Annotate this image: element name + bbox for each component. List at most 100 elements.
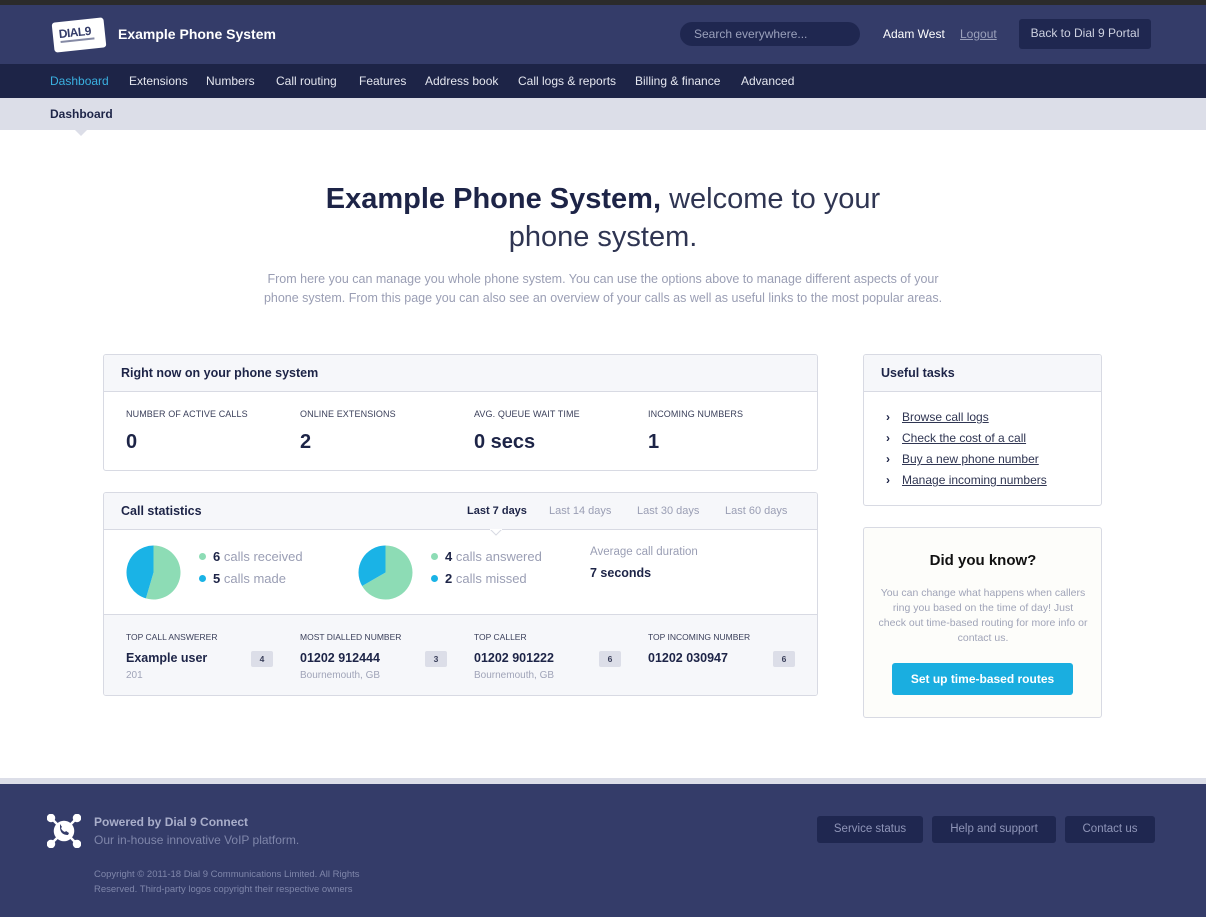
top-caller-count-badge: 6 (599, 651, 621, 667)
top-caller-value: 01202 901222 (474, 651, 554, 665)
logout-link[interactable]: Logout (960, 27, 997, 41)
stat-value-incoming-numbers: 1 (648, 431, 660, 453)
page-title-bold: Example Phone System, (325, 183, 662, 215)
chevron-right-icon: › (886, 410, 890, 424)
sub-nav: Dashboard (0, 98, 1206, 130)
copyright: Copyright © 2011-18 Dial 9 Communication… (94, 869, 360, 895)
range-tab-60-days[interactable]: Last 60 days (725, 493, 787, 529)
range-active-caret (490, 529, 502, 536)
page-description: From here you can manage you whole phone… (263, 272, 943, 305)
top-answerer-sub: 201 (126, 670, 143, 681)
top-caller-sub: Bournemouth, GB (474, 670, 555, 681)
nav-item-address-book[interactable]: Address book (425, 74, 498, 88)
useful-tasks-panel: Useful tasks › Browse call logs › Check th… (863, 354, 1102, 506)
chevron-right-icon: › (886, 431, 890, 445)
avg-duration-value: 7 seconds (590, 566, 652, 580)
contact-us-button[interactable]: Contact us (1065, 816, 1155, 843)
help-support-button[interactable]: Help and support (932, 816, 1056, 843)
chevron-right-icon: › (886, 452, 890, 466)
did-you-know-text: You can change what happens when callers… (878, 587, 1088, 644)
legend-dot-answered (431, 553, 438, 561)
stat-label-online-extensions: Online extensions (300, 409, 396, 419)
app-title: Example Phone System (118, 26, 276, 42)
nav-item-call-routing[interactable]: Call routing (276, 74, 337, 88)
chevron-right-icon: › (886, 473, 890, 487)
stat-label-queue-wait: Avg. queue wait time (474, 409, 580, 419)
task-check-cost: › Check the cost of a call (886, 431, 1026, 445)
dial9-connect-icon (47, 814, 81, 848)
stat-label-incoming-numbers: Incoming numbers (648, 409, 744, 419)
nav-item-numbers[interactable]: Numbers (206, 74, 255, 88)
calls-made-count: 5 (213, 571, 221, 586)
task-browse-call-logs: › Browse call logs (886, 410, 989, 424)
call-statistics-header: Call statistics Last 7 days Last 14 days… (104, 493, 817, 536)
most-dialled-value: 01202 912444 (300, 651, 380, 665)
legend-dot-received (199, 553, 206, 561)
calls-missed-label: calls missed (455, 571, 527, 586)
pie-calls-received-made (126, 545, 181, 600)
task-link[interactable]: Manage incoming numbers (902, 473, 1047, 487)
right-now-title: Right now on your phone system (104, 355, 817, 392)
top-answerer-value: Example user (126, 651, 208, 665)
nav-item-extensions[interactable]: Extensions (129, 74, 188, 88)
subnav-item-dashboard[interactable]: Dashboard (50, 107, 113, 121)
calls-made-label: calls made (223, 571, 286, 586)
page-title: Example Phone System, welcome to your ph… (290, 180, 916, 256)
nav-item-billing[interactable]: Billing & finance (635, 74, 720, 88)
legend-calls-received: 6 calls received (199, 549, 303, 564)
range-tab-14-days[interactable]: Last 14 days (549, 493, 611, 529)
main-nav: Dashboard Extensions Numbers Call routin… (0, 64, 1206, 98)
avg-duration-label: Average call duration (590, 546, 698, 558)
pie-calls-answered-missed (358, 545, 413, 600)
range-tab-30-days[interactable]: Last 30 days (637, 493, 699, 529)
did-you-know-panel: Did you know? You can change what happen… (863, 527, 1102, 718)
calls-received-label: calls received (223, 549, 303, 564)
nav-item-features[interactable]: Features (359, 74, 406, 88)
top-answerer-label: Top call answerer (126, 632, 218, 642)
search-input[interactable] (680, 22, 860, 46)
call-statistics-panel: Call statistics Last 7 days Last 14 days… (103, 492, 818, 696)
legend-dot-made (199, 575, 206, 583)
top-answerer-count-badge: 4 (251, 651, 273, 667)
calls-answered-count: 4 (445, 549, 453, 564)
calls-missed-count: 2 (445, 571, 453, 586)
top-incoming-count-badge: 6 (773, 651, 795, 667)
right-now-panel: Right now on your phone system Number of… (103, 354, 818, 471)
nav-item-call-logs[interactable]: Call logs & reports (518, 74, 616, 88)
nav-item-advanced[interactable]: Advanced (741, 74, 794, 88)
stat-value-queue-wait: 0 secs (474, 431, 536, 453)
legend-calls-made: 5 calls made (199, 571, 286, 586)
username: Adam West (883, 27, 945, 41)
service-status-button[interactable]: Service status (817, 816, 923, 843)
legend-calls-missed: 2 calls missed (431, 571, 527, 586)
stat-value-active-calls: 0 (126, 431, 138, 453)
task-manage-incoming: › Manage incoming numbers (886, 473, 1047, 487)
legend-calls-answered: 4 calls answered (431, 549, 542, 564)
did-you-know-title: Did you know? (929, 552, 1037, 569)
most-dialled-count-badge: 3 (425, 651, 447, 667)
back-to-portal-button[interactable]: Back to Dial 9 Portal (1019, 19, 1151, 49)
task-link[interactable]: Buy a new phone number (902, 452, 1039, 466)
set-up-time-routes-button[interactable]: Set up time-based routes (892, 663, 1073, 695)
task-buy-number: › Buy a new phone number (886, 452, 1039, 466)
task-link[interactable]: Check the cost of a call (902, 431, 1026, 445)
legend-dot-missed (431, 575, 438, 583)
stat-value-online-extensions: 2 (300, 431, 312, 453)
task-link[interactable]: Browse call logs (902, 410, 989, 424)
calls-answered-label: calls answered (455, 549, 542, 564)
calls-received-count: 6 (213, 549, 221, 564)
top-stats-footer: Top call answerer Example user 201 4 Mos… (104, 614, 817, 695)
most-dialled-sub: Bournemouth, GB (300, 670, 381, 681)
subnav-active-caret (75, 130, 87, 136)
nav-item-dashboard[interactable]: Dashboard (50, 74, 109, 88)
top-incoming-value: 01202 030947 (648, 651, 728, 665)
top-incoming-label: Top incoming number (648, 632, 751, 642)
range-tab-7-days[interactable]: Last 7 days (467, 493, 527, 529)
dial9-logo[interactable]: DIAL9 (51, 17, 107, 53)
footer: Powered by Dial 9 Connect Our in-house i… (0, 784, 1206, 917)
header: DIAL9 Example Phone System Adam West Log… (0, 5, 1206, 64)
useful-tasks-title: Useful tasks (864, 355, 1101, 392)
most-dialled-label: Most dialled number (300, 632, 402, 642)
powered-by: Powered by Dial 9 Connect (94, 815, 249, 829)
call-statistics-title: Call statistics (121, 504, 202, 518)
